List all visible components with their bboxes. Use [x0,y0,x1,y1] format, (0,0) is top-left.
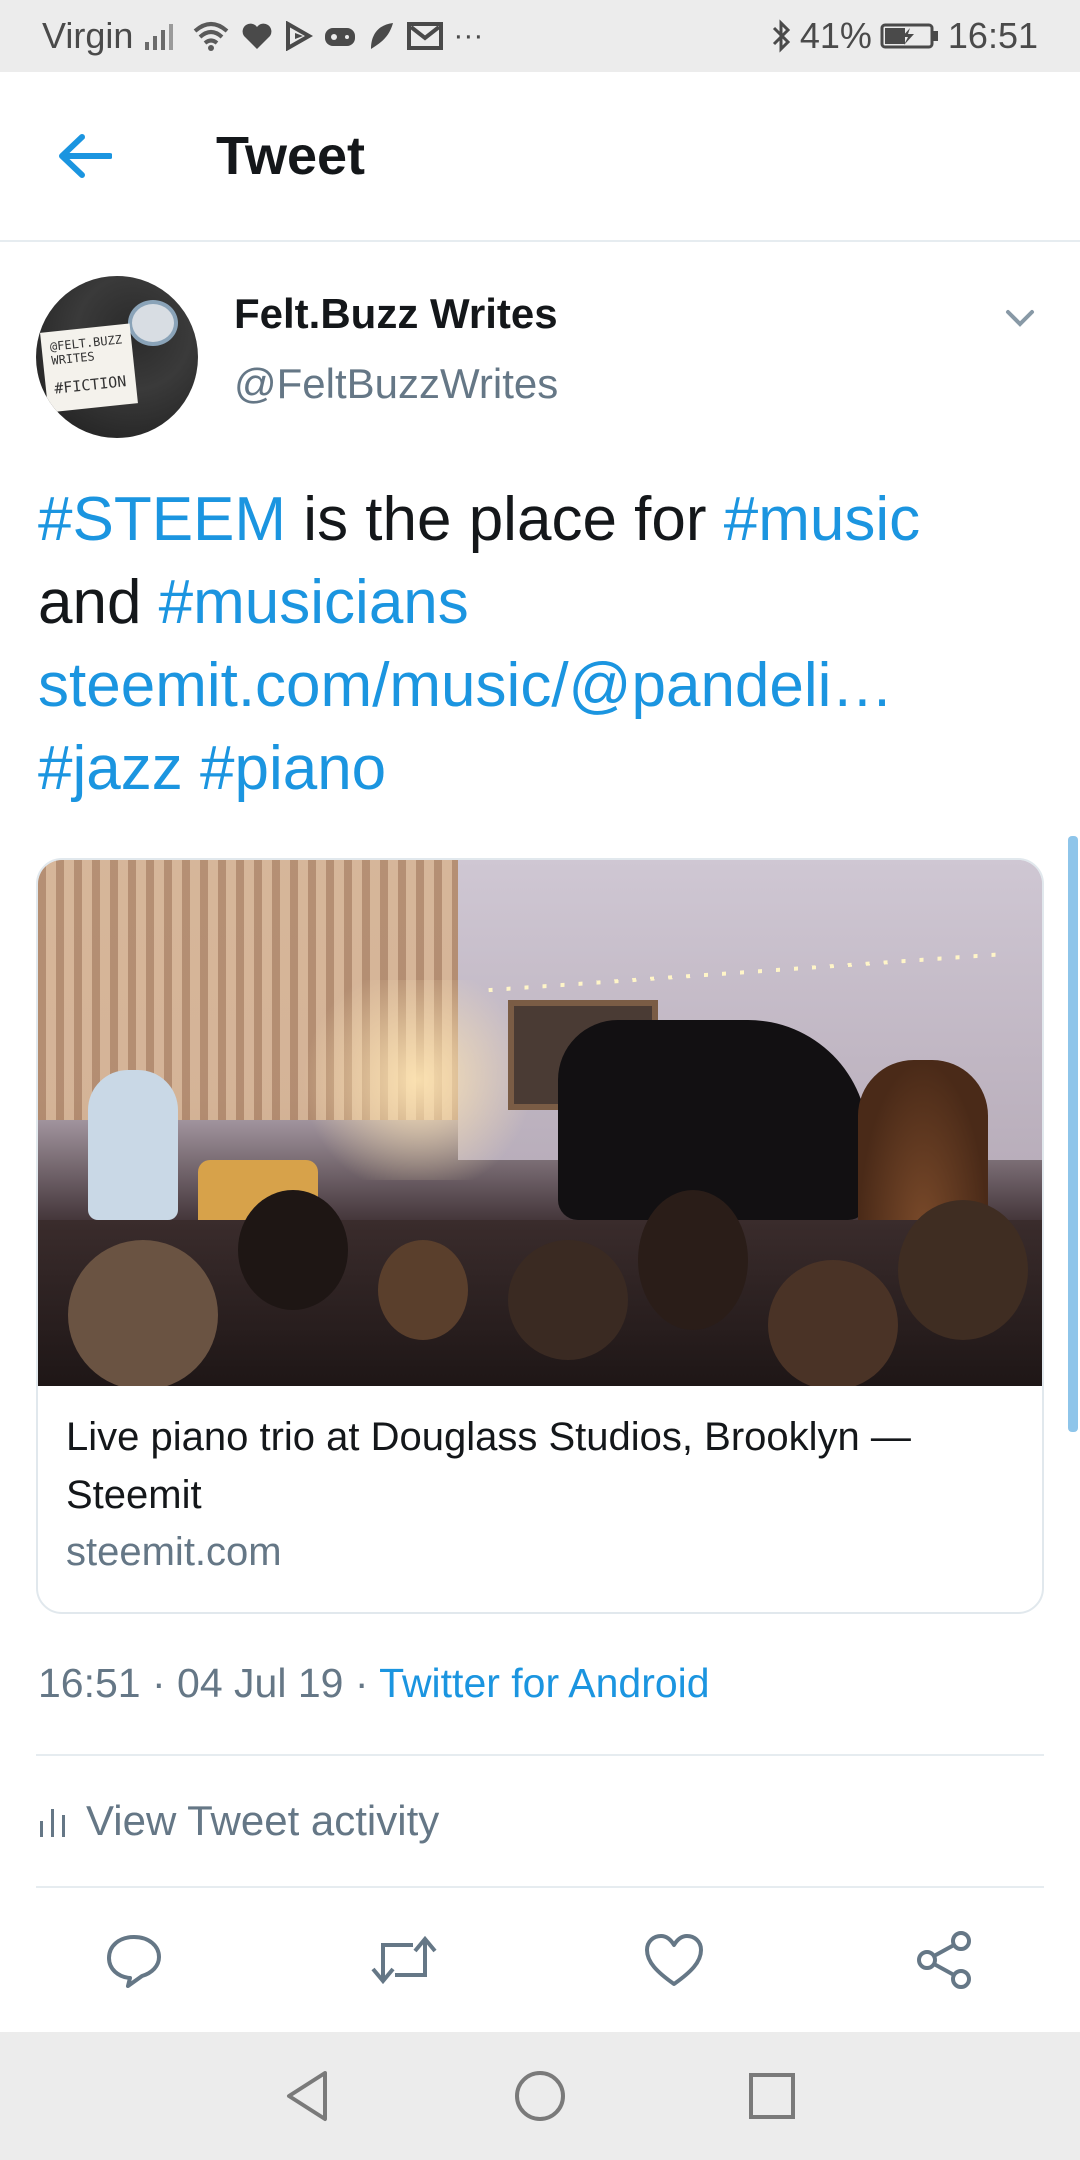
bluetooth-icon [770,16,792,56]
page-title: Tweet [216,126,366,186]
tweet-actions [0,1892,1080,2030]
hashtag-piano[interactable]: #piano [200,734,386,803]
activity-label: View Tweet activity [86,1797,440,1844]
author-handle[interactable]: @FeltBuzzWrites [234,360,558,408]
feather-icon [367,16,397,56]
more-indicator: ··· [453,19,484,52]
tweet-timestamp: 16:51 · 04 Jul 19 · Twitter for Android [38,1660,710,1706]
avatar[interactable]: @FELT.BUZZ WRITES #FICTION [36,276,198,438]
tweet-author: @FELT.BUZZ WRITES #FICTION Felt.Buzz Wri… [36,276,1046,438]
circle-home-icon [515,2071,565,2121]
avatar-text: @FELT.BUZZ WRITES #FICTION [49,332,128,398]
game-icon [323,16,357,56]
system-nav-bar [0,2032,1080,2160]
carrier-label: Virgin [42,15,134,56]
scrollbar[interactable] [1068,836,1078,1432]
mail-icon [407,16,444,56]
nav-home-button[interactable] [510,2066,570,2126]
retweet-button[interactable] [366,1922,442,1998]
hashtag-steem[interactable]: #STEEM [38,485,286,554]
nav-back-button[interactable] [278,2066,338,2126]
divider [36,1886,1044,1888]
back-button[interactable] [0,71,170,241]
reply-button[interactable] [96,1922,172,1998]
reply-icon [107,1935,161,1988]
link-preview-card[interactable]: Live piano trio at Douglass Studios, Bro… [36,858,1044,1614]
bar-chart-icon [40,1809,65,1837]
battery-charging-icon [880,16,940,56]
play-store-icon [283,16,314,56]
like-button[interactable] [636,1922,712,1998]
retweet-icon [371,1935,437,1985]
card-title: Live piano trio at Douglass Studios, Bro… [66,1415,911,1517]
heart-icon [241,16,273,56]
heart-icon [645,1934,703,1986]
hashtag-musicians[interactable]: #musicians [159,568,469,637]
tweet-text-segment: and [38,568,159,637]
battery-percent: 41% [799,15,872,56]
arrow-left-icon [59,134,112,178]
status-bar: Virgin ··· 41% 16:51 [0,0,1080,72]
tweet-text-segment: is the place for [286,485,724,554]
avatar-cup [128,300,178,346]
nav-recents-button[interactable] [742,2066,802,2126]
tweet-source-link[interactable]: Twitter for Android [379,1660,709,1706]
chevron-down-icon[interactable] [1000,298,1040,338]
tweet-text: #STEEM is the place for #music and #musi… [38,478,1048,810]
app-header: Tweet [0,72,1080,242]
card-image [38,860,1042,1386]
triangle-back-icon [287,2071,327,2121]
clock: 16:51 [947,15,1038,56]
share-button[interactable] [906,1922,982,1998]
view-tweet-activity-button[interactable]: View Tweet activity [38,1756,1046,1886]
wifi-icon [191,16,231,56]
hashtag-jazz[interactable]: #jazz [38,734,183,803]
signal-icon [143,16,181,56]
card-domain: steemit.com [66,1530,282,1574]
share-icon [917,1931,971,1989]
author-name[interactable]: Felt.Buzz Writes [234,290,558,338]
hashtag-music[interactable]: #music [724,485,920,554]
tweet-url-link[interactable]: steemit.com/music/@pandeli… [38,651,893,720]
square-recents-icon [749,2073,795,2119]
